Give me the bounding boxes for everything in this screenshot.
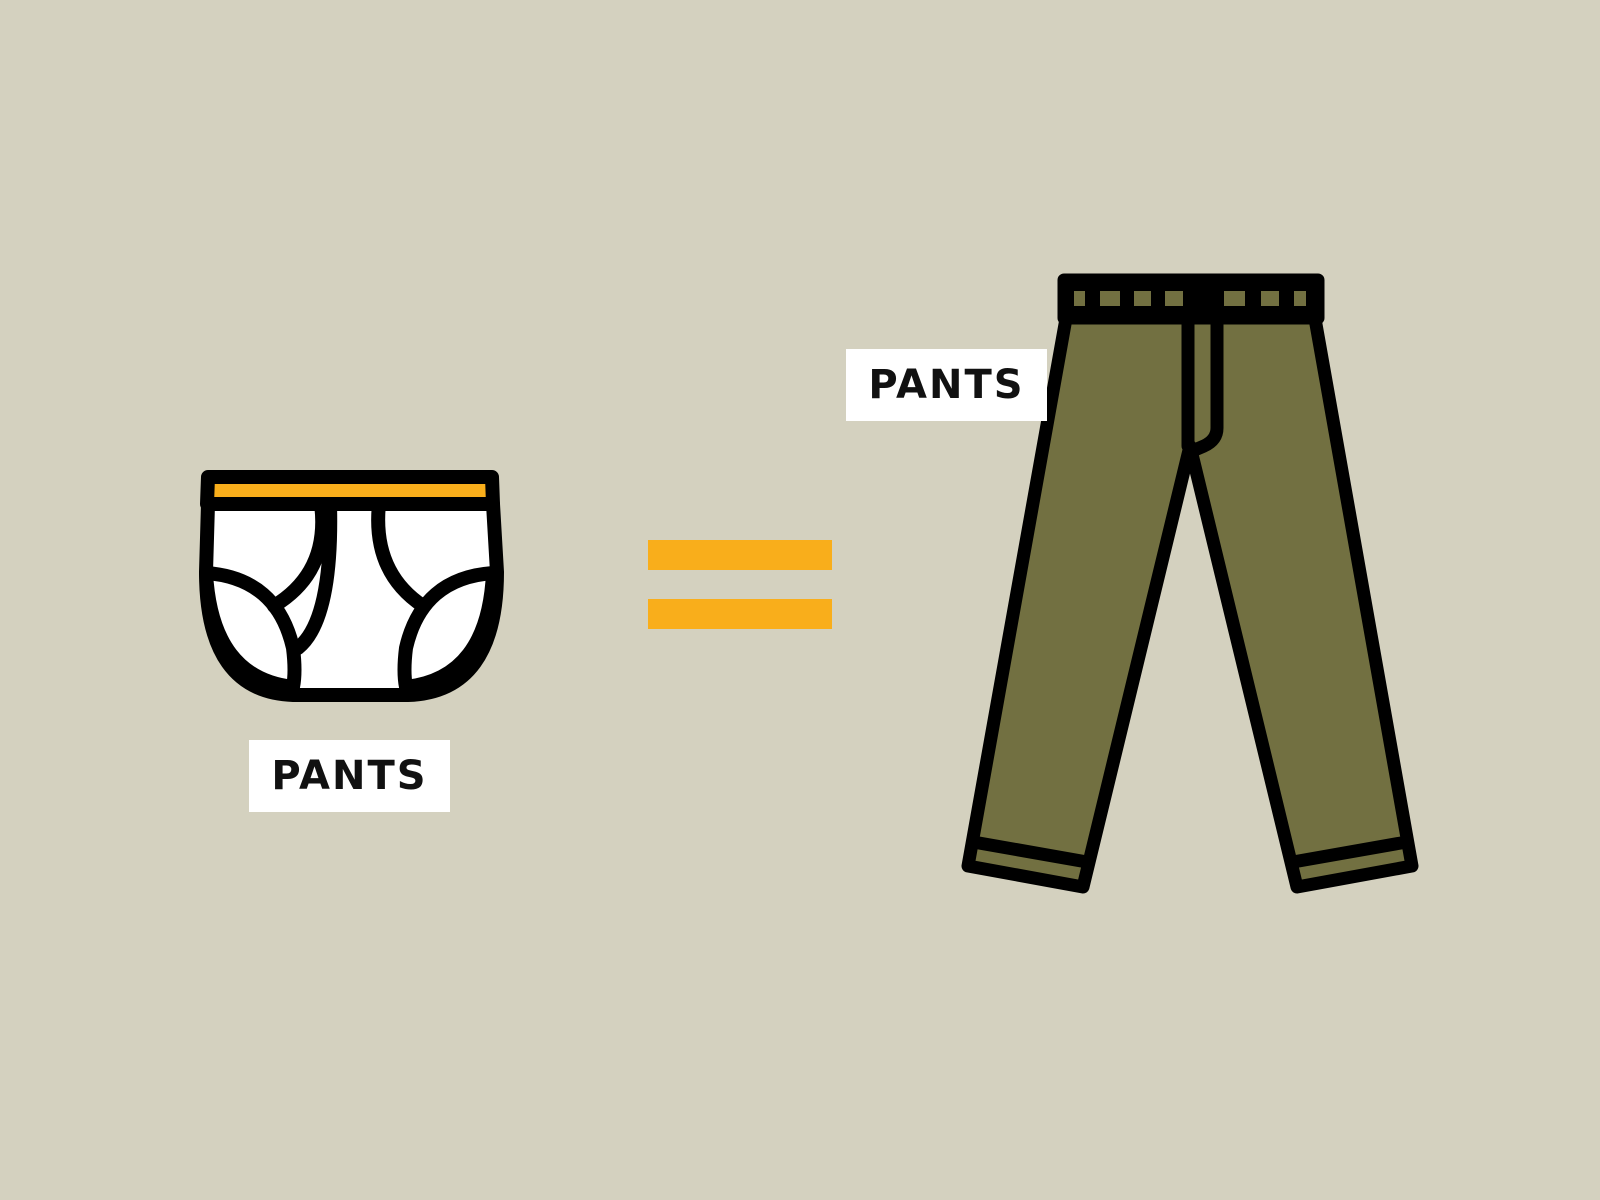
briefs-pants-label: PANTS xyxy=(249,740,450,812)
illustration-canvas xyxy=(0,0,1600,1200)
equals-top-bar xyxy=(648,540,832,570)
equals-bottom-bar xyxy=(648,599,832,629)
briefs-waistband xyxy=(200,470,500,511)
trousers-pants-label: PANTS xyxy=(846,349,1047,421)
briefs-underwear-icon xyxy=(199,470,504,702)
